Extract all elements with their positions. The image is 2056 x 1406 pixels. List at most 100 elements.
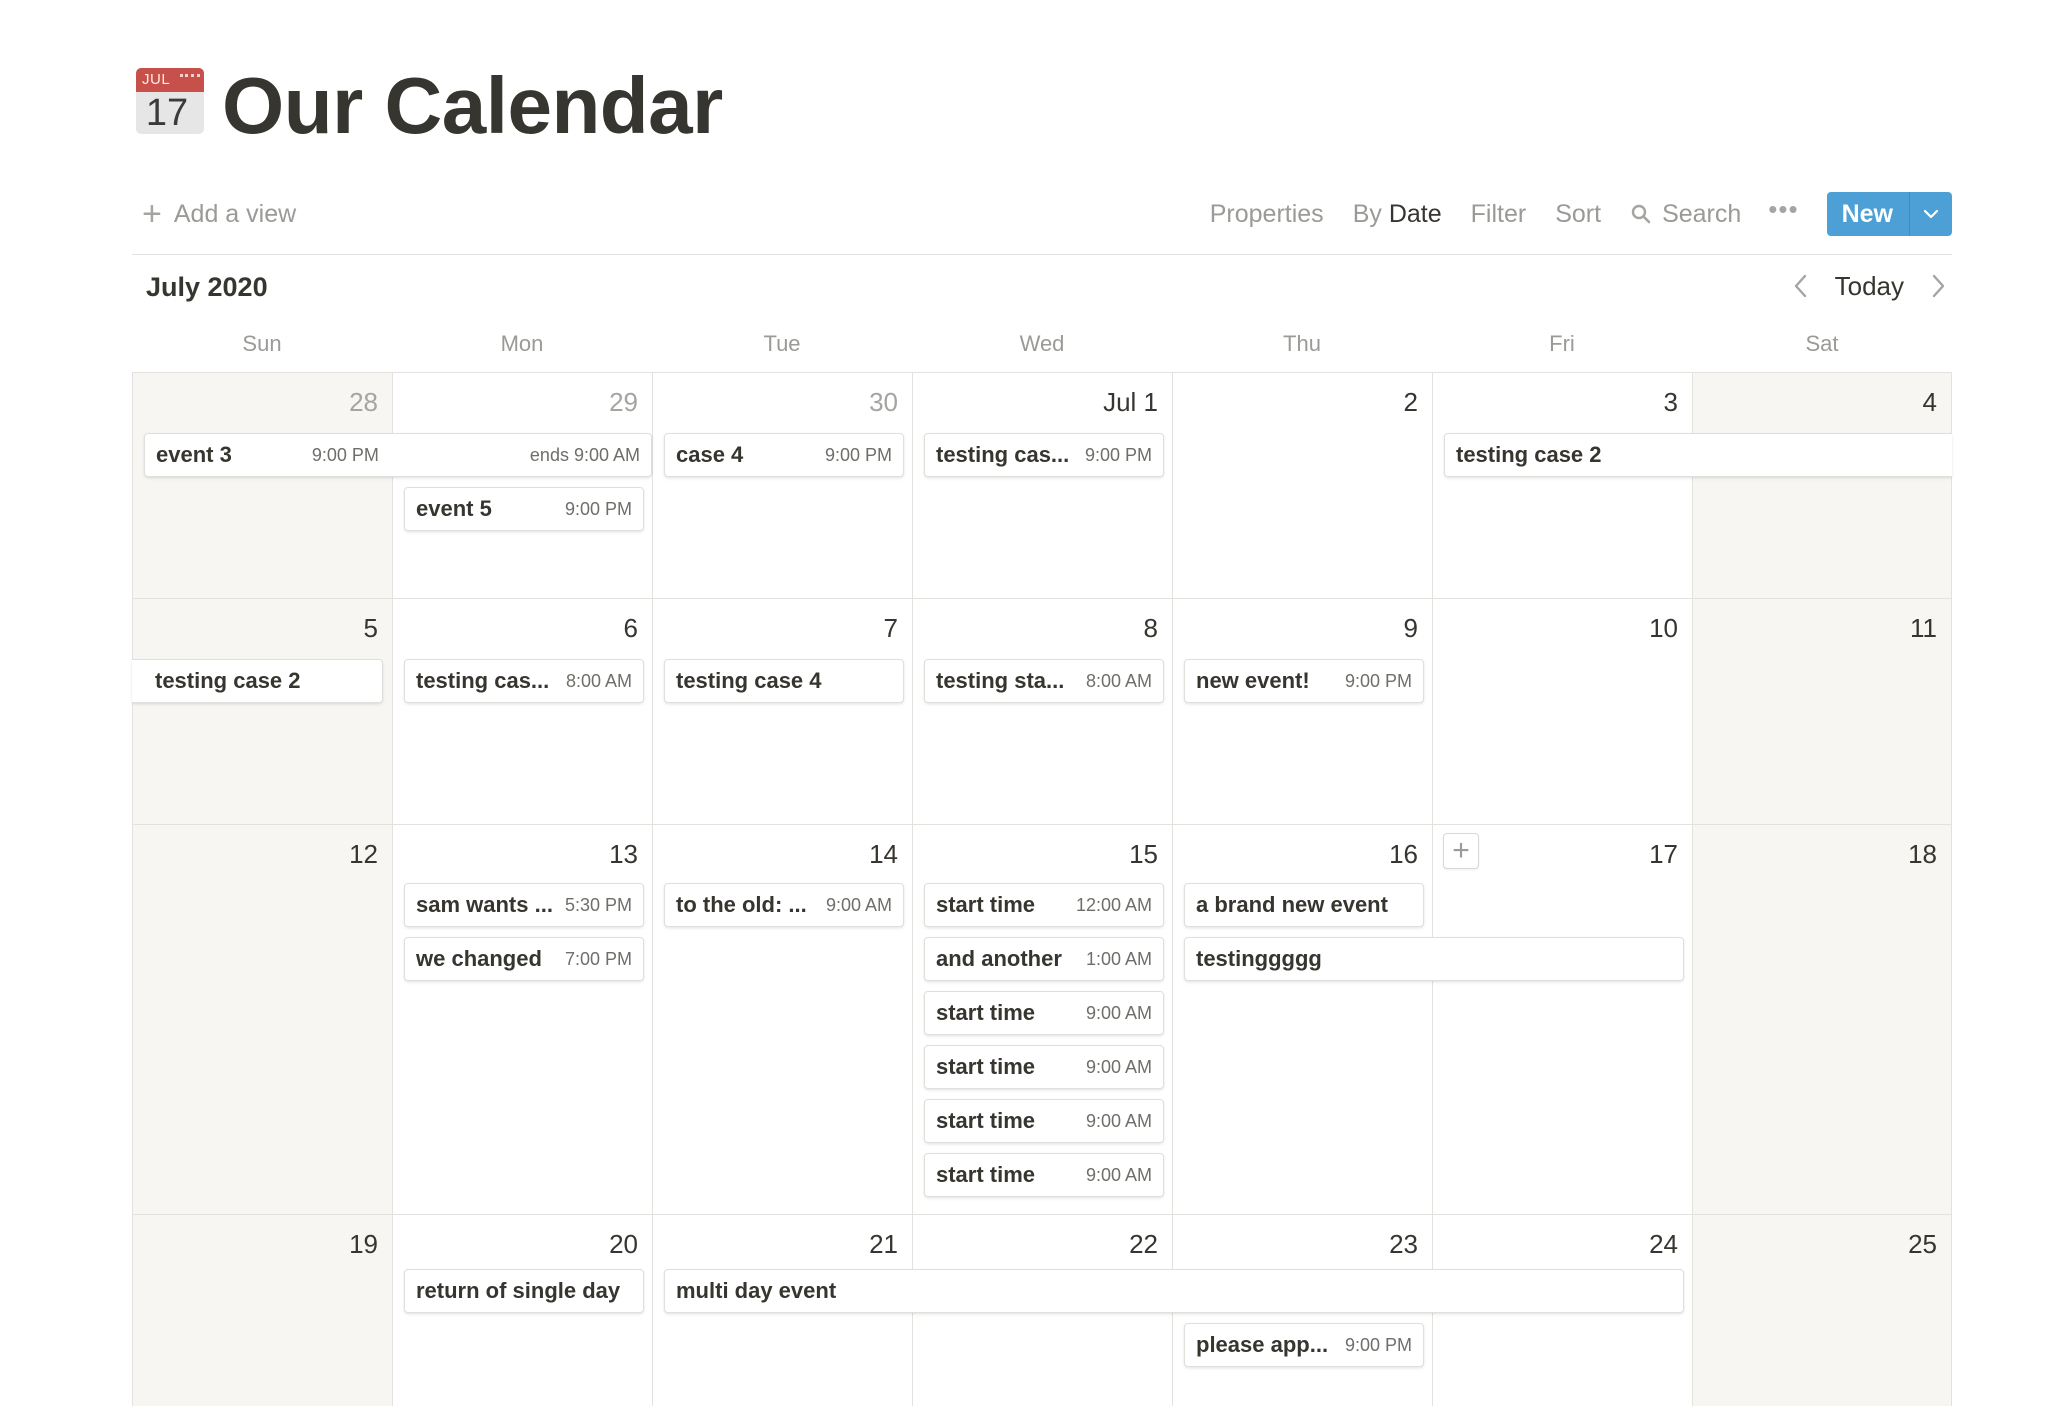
day-number: 2 — [1403, 387, 1418, 417]
add-event-button[interactable]: + — [1443, 833, 1479, 869]
event-card[interactable]: event 3 9:00 PM ends 9:00 AM — [144, 433, 652, 477]
day-cell[interactable]: 11 — [1692, 599, 1952, 824]
day-cell[interactable]: 25 — [1692, 1215, 1952, 1406]
day-number: 29 — [609, 387, 638, 417]
next-month-button[interactable] — [1924, 268, 1952, 304]
day-cell[interactable]: 12 — [132, 825, 392, 1214]
event-card[interactable]: new event! 9:00 PM — [1184, 659, 1424, 703]
event-title: start time — [936, 1054, 1036, 1079]
day-cell[interactable]: 19 — [132, 1215, 392, 1406]
today-button[interactable]: Today — [1835, 271, 1904, 302]
event-title: testing cas... — [416, 668, 550, 693]
day-cell[interactable]: Jul 1 — [912, 373, 1172, 598]
event-card[interactable]: testing case 2 — [1444, 433, 1952, 477]
day-cell[interactable]: 8 — [912, 599, 1172, 824]
new-button-group: New — [1826, 192, 1952, 236]
event-time: 8:00 AM — [1085, 670, 1152, 691]
day-cell[interactable]: 28 — [132, 373, 392, 598]
day-cell[interactable]: 10 — [1432, 599, 1692, 824]
properties-button[interactable]: Properties — [1210, 200, 1324, 229]
day-cell[interactable]: 9 — [1172, 599, 1432, 824]
weekday-sat: Sat — [1805, 331, 1839, 356]
event-card[interactable]: multi day event — [664, 1269, 1684, 1313]
event-card[interactable]: testing cas... 8:00 AM — [404, 659, 644, 703]
day-number: 20 — [609, 1229, 638, 1259]
event-title: testing case 4 — [676, 668, 822, 693]
plus-icon: + — [142, 195, 162, 233]
event-time: 1:00 AM — [1085, 948, 1152, 969]
event-card[interactable]: testing sta... 8:00 AM — [924, 659, 1164, 703]
filter-button[interactable]: Filter — [1471, 200, 1527, 229]
event-card[interactable]: start time 9:00 AM — [924, 1099, 1164, 1143]
weekday-sun: Sun — [242, 331, 282, 356]
search-button[interactable]: Search — [1630, 200, 1741, 229]
event-card[interactable]: start time 9:00 AM — [924, 1045, 1164, 1089]
day-number: 7 — [883, 613, 898, 643]
day-cell[interactable]: 18 — [1692, 825, 1952, 1214]
weekday-thu: Thu — [1283, 331, 1321, 356]
previous-month-button[interactable] — [1787, 268, 1815, 304]
event-title: event 3 — [156, 442, 232, 467]
event-card[interactable]: testing case 4 — [664, 659, 904, 703]
month-label: July 2020 — [146, 272, 268, 302]
event-card[interactable]: we changed 7:00 PM — [404, 937, 644, 981]
day-number: 10 — [1649, 613, 1678, 643]
event-card[interactable]: event 5 9:00 PM — [404, 487, 644, 531]
event-time: 5:30 PM — [564, 894, 632, 915]
sort-button[interactable]: Sort — [1555, 200, 1601, 229]
day-number: 24 — [1649, 1229, 1678, 1259]
day-cell[interactable]: 6 — [392, 599, 652, 824]
day-cell[interactable]: 2 — [1172, 373, 1432, 598]
day-cell[interactable]: 7 — [652, 599, 912, 824]
event-time: 9:00 PM — [311, 444, 379, 465]
event-card[interactable]: to the old: ... 9:00 AM — [664, 883, 904, 927]
new-dropdown-button[interactable] — [1910, 192, 1952, 236]
day-number: 6 — [623, 613, 638, 643]
day-cell[interactable]: 29 — [392, 373, 652, 598]
day-number: 25 — [1908, 1229, 1937, 1259]
event-card[interactable]: start time 12:00 AM — [924, 883, 1164, 927]
event-time: 9:00 PM — [1344, 670, 1412, 691]
event-title: a brand new event — [1196, 892, 1388, 917]
day-number: 12 — [349, 839, 378, 869]
add-view-button[interactable]: + Add a view — [142, 188, 296, 240]
event-card[interactable]: testinggggg — [1184, 937, 1684, 981]
calendar-page-icon[interactable]: JUL 17 — [136, 68, 204, 134]
event-title: start time — [936, 1108, 1036, 1133]
event-card[interactable]: testing case 2 — [132, 659, 383, 703]
event-time: 9:00 AM — [825, 894, 892, 915]
day-cell[interactable]: 3 — [1432, 373, 1692, 598]
day-number: Jul 1 — [1103, 387, 1158, 417]
page-title[interactable]: Our Calendar — [222, 62, 723, 150]
chevron-down-icon — [1923, 209, 1939, 219]
event-card[interactable]: a brand new event — [1184, 883, 1424, 927]
event-card[interactable]: case 4 9:00 PM — [664, 433, 904, 477]
event-card[interactable]: return of single day — [404, 1269, 644, 1313]
day-number: 19 — [349, 1229, 378, 1259]
weekday-header: Sun Mon Tue Wed Thu Fri Sat — [132, 328, 1952, 372]
day-number: 30 — [869, 387, 898, 417]
day-cell[interactable]: 5 — [132, 599, 392, 824]
day-number: 28 — [349, 387, 378, 417]
event-card[interactable]: start time 9:00 AM — [924, 991, 1164, 1035]
day-cell[interactable]: 30 — [652, 373, 912, 598]
event-time: 9:00 PM — [1084, 444, 1152, 465]
event-card[interactable]: sam wants ... 5:30 PM — [404, 883, 644, 927]
more-options-icon[interactable]: ••• — [1768, 196, 1798, 229]
new-button[interactable]: New — [1827, 192, 1910, 236]
day-cell[interactable]: + 17 — [1432, 825, 1692, 1214]
event-title: testing case 2 — [155, 668, 301, 693]
day-number: 9 — [1403, 613, 1418, 643]
by-date-button[interactable]: By Date — [1353, 200, 1442, 229]
toolbar-actions: Properties By Date Filter Sort Search ••… — [1210, 188, 1952, 240]
event-card[interactable]: start time 9:00 AM — [924, 1153, 1164, 1197]
event-card[interactable]: testing cas... 9:00 PM — [924, 433, 1164, 477]
event-time: 9:00 AM — [1085, 1002, 1152, 1023]
day-number: 11 — [1910, 613, 1937, 643]
event-card[interactable]: please app... 9:00 PM — [1184, 1323, 1424, 1367]
weekday-mon: Mon — [500, 331, 544, 356]
day-cell[interactable]: 4 — [1692, 373, 1952, 598]
week-row: 5 6 7 8 9 10 11 — [132, 599, 1952, 825]
event-card[interactable]: and another 1:00 AM — [924, 937, 1164, 981]
day-number: 13 — [609, 839, 638, 869]
